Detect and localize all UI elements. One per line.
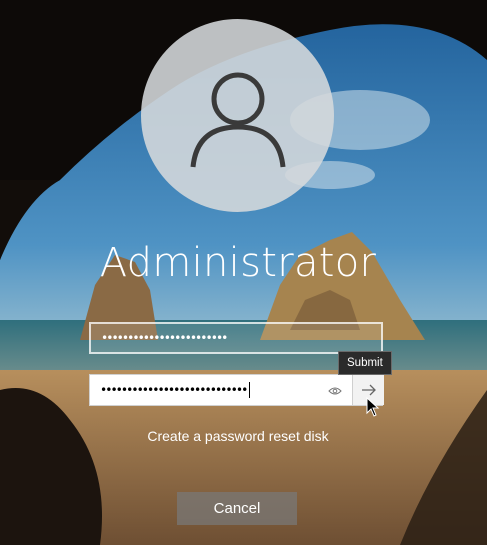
cancel-button[interactable]: Cancel	[177, 492, 297, 525]
user-avatar	[141, 19, 334, 212]
current-password-field[interactable]: ••••••••••••••••••••••••	[89, 322, 383, 354]
username-label: Administrator	[99, 240, 377, 286]
user-icon	[190, 72, 285, 167]
text-caret	[249, 382, 251, 398]
eye-icon	[328, 387, 342, 395]
submit-tooltip: Submit	[338, 351, 392, 375]
reveal-password-button[interactable]	[322, 379, 348, 403]
new-password-field[interactable]: ••••••••••••••••••••••••••••	[89, 374, 384, 406]
create-reset-disk-link[interactable]: Create a password reset disk	[0, 428, 476, 444]
arrow-right-icon	[361, 384, 376, 396]
mouse-cursor-icon	[366, 397, 380, 417]
new-password-value: ••••••••••••••••••••••••••••	[100, 383, 248, 397]
current-password-value: ••••••••••••••••••••••••	[101, 331, 228, 345]
